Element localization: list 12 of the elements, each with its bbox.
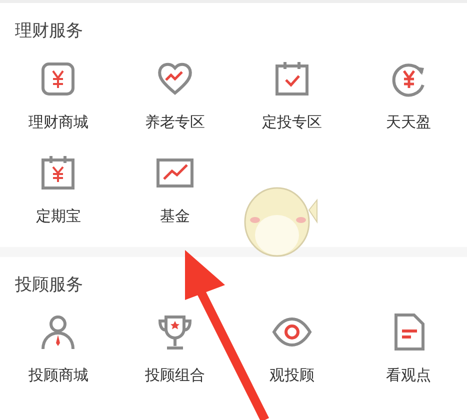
service-item[interactable]: 养老专区: [116, 58, 234, 130]
service-item[interactable]: 投顾组合: [116, 312, 234, 384]
service-item[interactable]: 基金: [116, 152, 234, 224]
section-title: 理财服务: [15, 21, 83, 41]
section-title: 投顾服务: [15, 274, 83, 294]
service-item[interactable]: 投顾商城: [0, 312, 117, 384]
service-item[interactable]: 观投顾: [234, 312, 350, 384]
service-item[interactable]: 看观点: [350, 312, 467, 384]
service-item[interactable]: 天天盈: [350, 58, 467, 130]
service-item[interactable]: 定期宝: [0, 152, 117, 224]
service-item[interactable]: 理财商城: [0, 58, 117, 130]
service-item[interactable]: 定投专区: [234, 58, 350, 130]
